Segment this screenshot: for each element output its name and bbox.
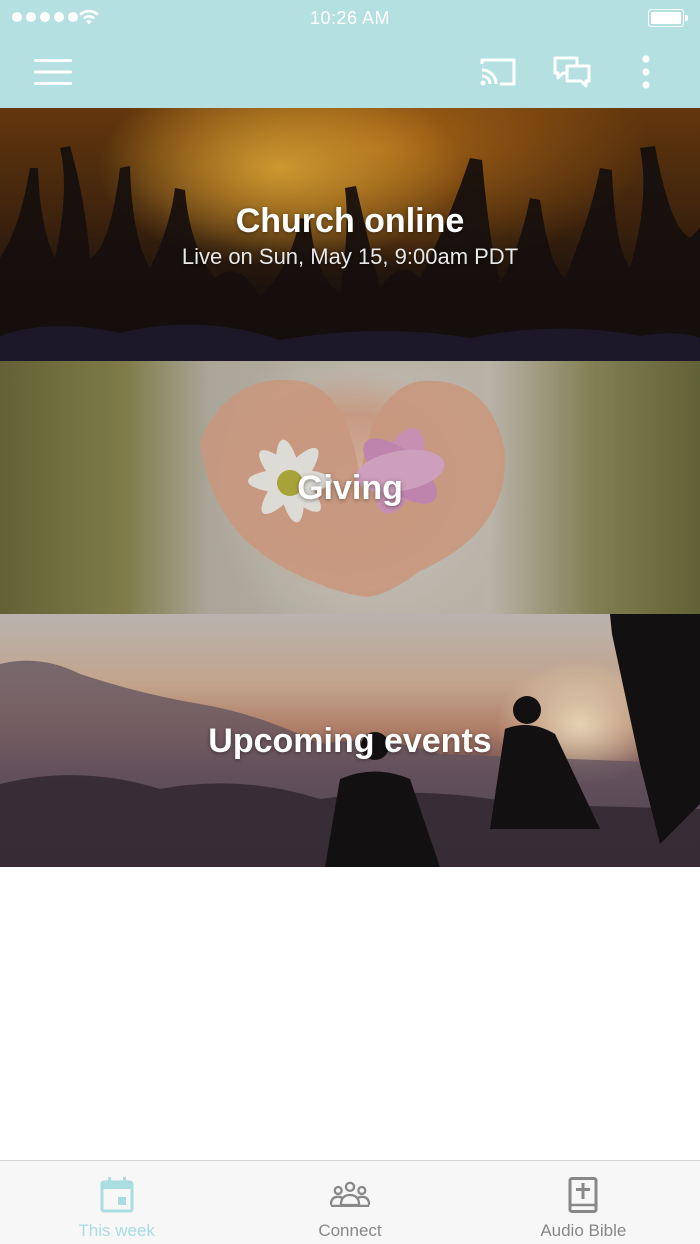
app-bar <box>0 36 700 108</box>
cast-button[interactable] <box>474 48 522 96</box>
cast-icon <box>480 58 516 86</box>
tab-connect[interactable]: Connect <box>233 1161 466 1244</box>
church-online-card[interactable]: Church online Live on Sun, May 15, 9:00a… <box>0 108 700 361</box>
chat-button[interactable] <box>548 48 596 96</box>
card-title: Giving <box>297 469 403 507</box>
upcoming-events-card[interactable]: Upcoming events <box>0 614 700 867</box>
card-title: Church online <box>235 202 465 240</box>
top-bar: 10:26 AM <box>0 0 700 108</box>
more-button[interactable] <box>622 48 670 96</box>
giving-card[interactable]: Giving <box>0 361 700 614</box>
tab-audio-bible[interactable]: Audio Bible <box>467 1161 700 1244</box>
menu-button[interactable] <box>29 48 77 96</box>
tab-label: This week <box>78 1221 155 1240</box>
more-vertical-icon <box>642 55 650 89</box>
status-time: 10:26 AM <box>309 8 391 28</box>
battery-icon <box>648 9 688 27</box>
card-subtitle: Live on Sun, May 15, 9:00am PDT <box>181 244 519 269</box>
hamburger-menu-icon <box>34 59 72 85</box>
tab-this-week[interactable]: This week <box>0 1161 233 1244</box>
people-icon <box>329 1181 370 1208</box>
status-bar: 10:26 AM <box>0 0 700 36</box>
chat-icon <box>553 56 591 88</box>
tab-label: Connect <box>318 1221 382 1240</box>
card-title: Upcoming events <box>208 722 492 760</box>
calendar-icon <box>100 1177 134 1213</box>
bible-icon <box>568 1177 598 1213</box>
tab-bar: This week Connect Audio Bible <box>0 1160 700 1244</box>
tab-label: Audio Bible <box>540 1221 627 1240</box>
